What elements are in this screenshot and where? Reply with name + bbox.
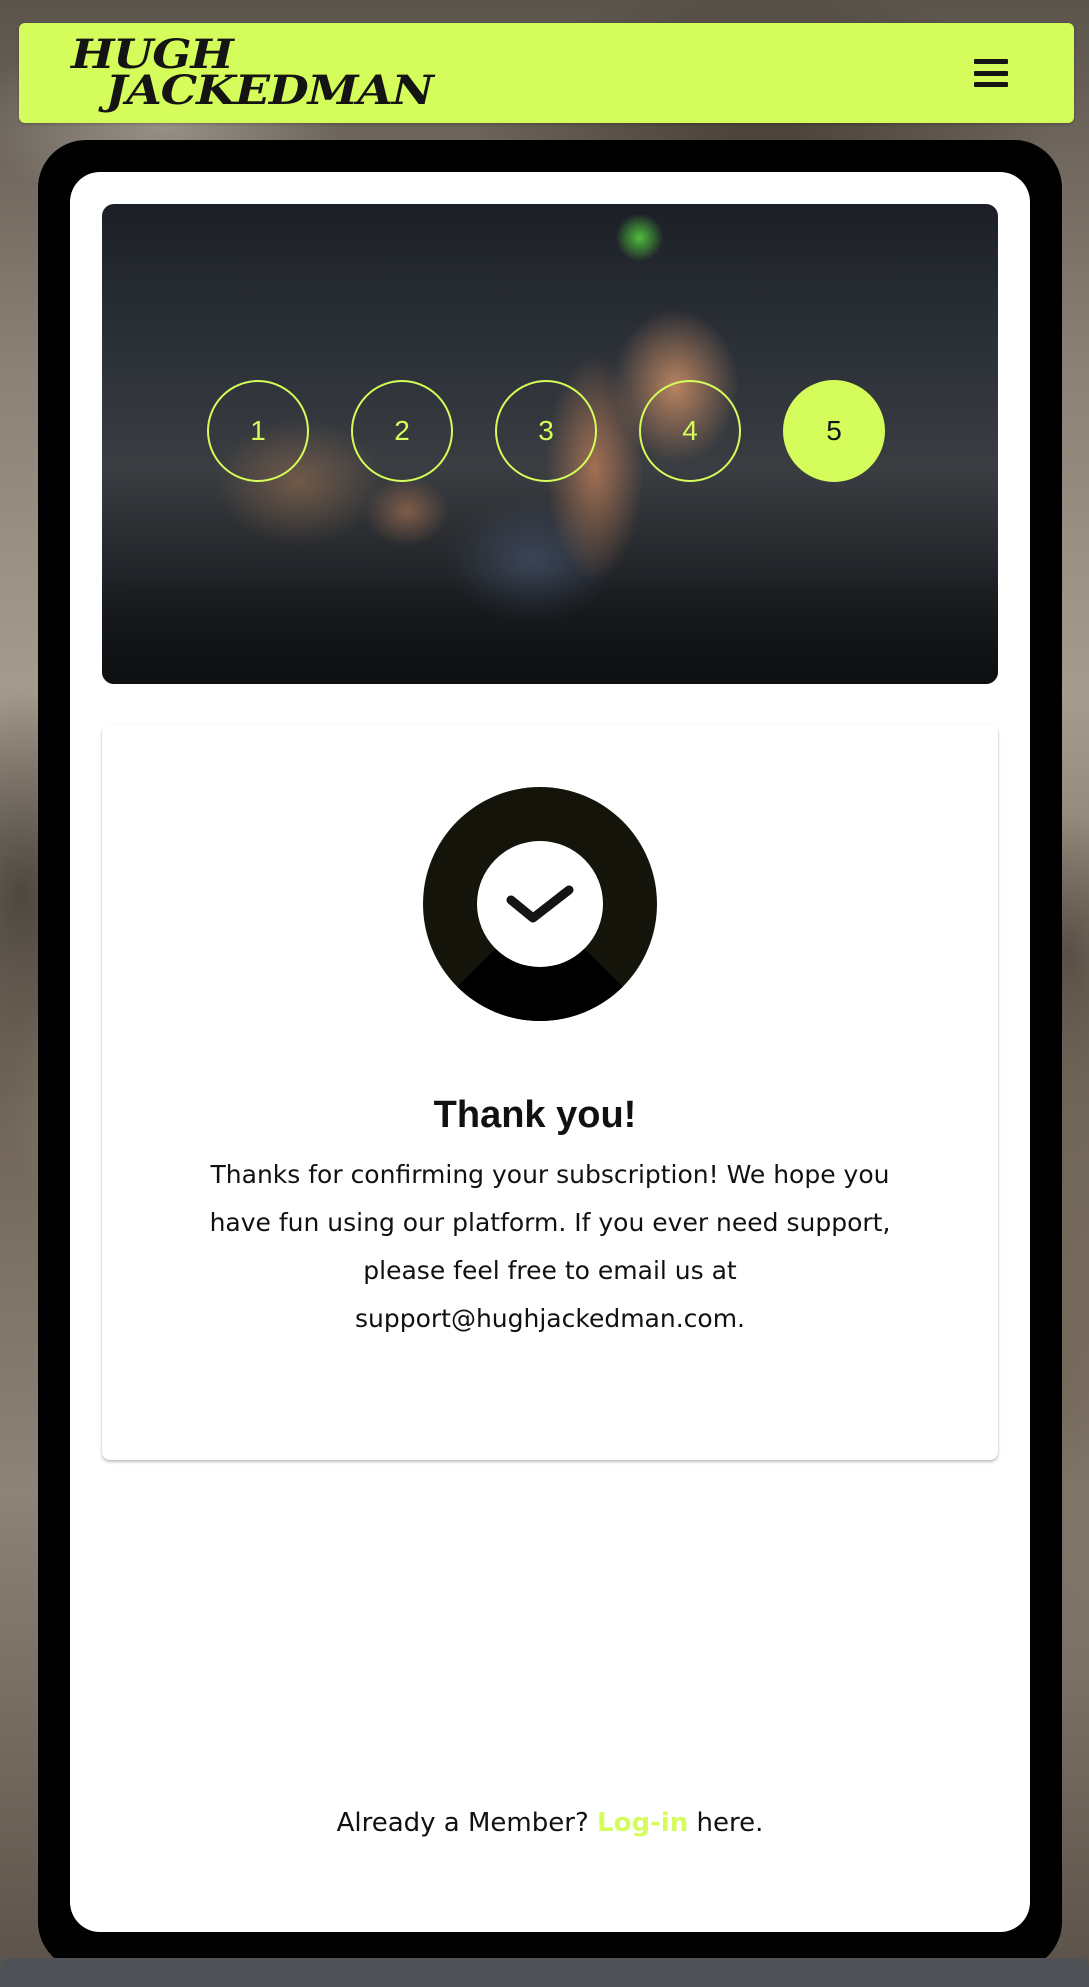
hero-floor-shade <box>102 574 998 684</box>
step-4[interactable]: 4 <box>639 380 741 482</box>
brand-logo[interactable]: HUGH JACKEDMAN <box>71 35 434 114</box>
step-3[interactable]: 3 <box>495 380 597 482</box>
step-1[interactable]: 1 <box>207 380 309 482</box>
confirmation-panel: Thank you! Thanks for confirming your su… <box>102 724 998 1460</box>
success-badge <box>423 787 657 1021</box>
confirmation-message: Thanks for confirming your subscription!… <box>209 1160 891 1333</box>
logo-line-2: JACKEDMAN <box>105 67 434 114</box>
menu-bar <box>974 59 1008 64</box>
step-5-current[interactable]: 5 <box>783 380 885 482</box>
member-suffix: here. <box>696 1808 764 1838</box>
member-login-note: Already a Member? Log-in here. <box>102 1808 998 1838</box>
login-link[interactable]: Log-in <box>597 1808 688 1838</box>
site-header: HUGH JACKEDMAN <box>19 23 1074 123</box>
menu-bar <box>974 70 1008 76</box>
member-prefix: Already a Member? <box>336 1808 589 1838</box>
step-indicator: 1 2 3 4 5 <box>207 380 885 482</box>
step-2[interactable]: 2 <box>351 380 453 482</box>
thank-you-heading: Thank you! <box>433 1094 637 1136</box>
bottom-bar <box>0 1958 1089 1987</box>
menu-bar <box>974 82 1008 87</box>
check-icon <box>477 841 603 967</box>
hamburger-icon[interactable] <box>974 59 1008 87</box>
